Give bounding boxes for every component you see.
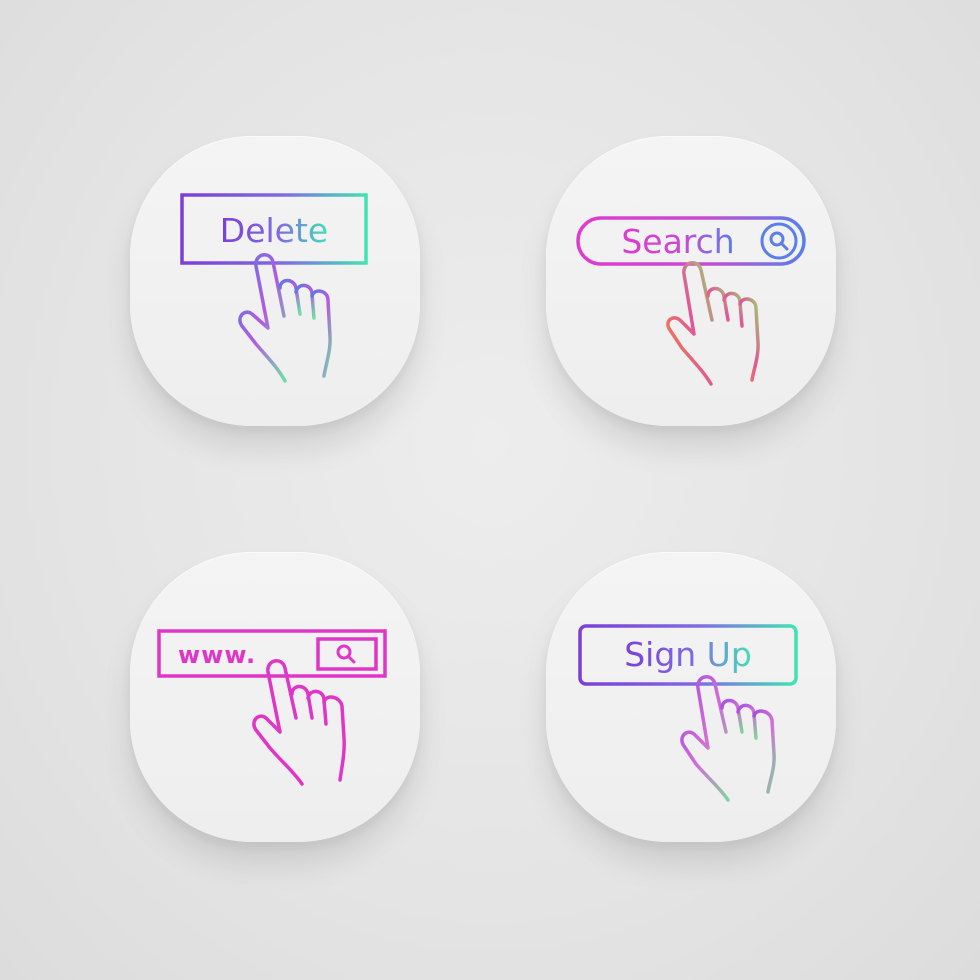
web-address-illustration: www. bbox=[157, 629, 387, 786]
app-icon-search[interactable]: Search bbox=[546, 136, 836, 426]
search-illustration: Search bbox=[576, 216, 806, 386]
magnifier-icon bbox=[760, 222, 798, 260]
cursor-hand-icon bbox=[238, 253, 332, 383]
cursor-hand-icon bbox=[666, 261, 760, 386]
cursor-hand-icon[interactable] bbox=[252, 659, 346, 786]
sign-up-illustration: Sign Up bbox=[578, 624, 798, 802]
app-icon-sign-up[interactable]: Sign Up bbox=[546, 552, 836, 842]
magnifier-icon bbox=[336, 644, 356, 664]
www-label: www. bbox=[178, 641, 256, 669]
search-label: Search bbox=[621, 222, 734, 261]
delete-illustration: Delete bbox=[180, 193, 368, 383]
app-icon-web-address[interactable]: www. bbox=[130, 552, 420, 842]
cursor-hand-icon bbox=[680, 675, 776, 802]
app-icon-delete[interactable]: Delete bbox=[130, 136, 420, 426]
search-button-outline bbox=[316, 637, 378, 671]
delete-label: Delete bbox=[220, 211, 328, 250]
sign-up-label: Sign Up bbox=[624, 635, 752, 674]
